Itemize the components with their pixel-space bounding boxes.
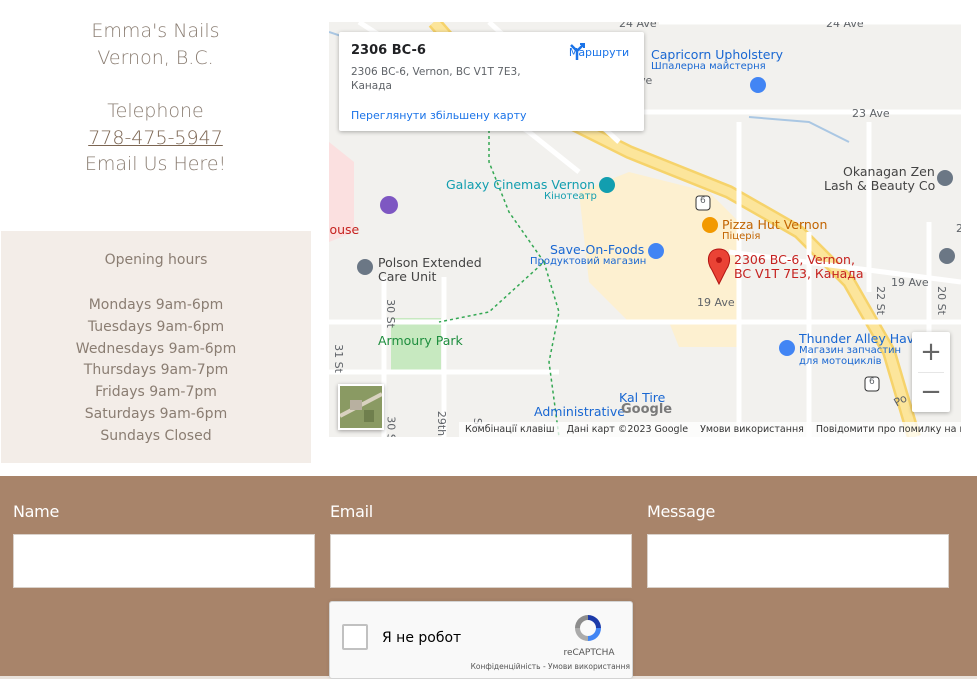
name-input[interactable] bbox=[13, 534, 315, 588]
pin-label-line1: 2306 BC-6, Vernon, bbox=[734, 252, 855, 267]
poi-thunder-sub1: Магазин запчастин bbox=[799, 345, 902, 356]
recaptcha-label: Я не робот bbox=[382, 630, 462, 646]
street-19-ave-center: 19 Ave bbox=[697, 296, 735, 309]
street-31-st: 31 St bbox=[331, 344, 345, 373]
poi-galaxy-cinemas[interactable]: Galaxy Cinemas Vernon bbox=[446, 177, 595, 192]
recaptcha-widget: Я не робот reCAPTCHA Конфіденційність - … bbox=[329, 601, 633, 679]
poi-thunder-sub2: для мотоциклів bbox=[799, 356, 882, 367]
email-link[interactable]: Email Us Here! bbox=[0, 151, 311, 178]
map-data-credit: Дані карт ©2023 Google bbox=[566, 424, 689, 435]
recaptcha-logo-icon bbox=[572, 612, 604, 648]
poi-armoury-park[interactable]: Armoury Park bbox=[378, 333, 463, 348]
opening-hours-panel: Opening hours Mondays 9am-6pm Tuesdays 9… bbox=[1, 231, 311, 463]
poi-save-on-foods[interactable]: Save-On-Foods bbox=[550, 242, 644, 257]
opening-hours-title: Opening hours bbox=[104, 252, 208, 268]
route-6-shield-2: 6 bbox=[869, 377, 875, 387]
poi-pizza-sub: Піцерія bbox=[722, 231, 761, 242]
directions-button[interactable]: Маршрути bbox=[567, 42, 631, 60]
poi-okanagan-line2: Lash & Beauty Co bbox=[824, 178, 936, 193]
poi-house[interactable]: louse bbox=[329, 222, 359, 237]
business-name: Emma's Nails bbox=[91, 20, 220, 42]
recaptcha-checkbox[interactable] bbox=[342, 624, 368, 650]
zoom-controls: + − bbox=[912, 332, 950, 412]
info-card-address: 2306 BC-6, Vernon, BC V1T 7E3, Канада bbox=[351, 66, 521, 92]
keyboard-shortcuts-link[interactable]: Комбінації клавіш bbox=[465, 424, 555, 435]
hours-friday: Fridays 9am-7pm bbox=[95, 384, 217, 401]
poi-thunder-alley[interactable]: Thunder Alley Hav bbox=[799, 331, 914, 346]
name-label: Name bbox=[13, 502, 60, 521]
opening-hours-list: Mondays 9am-6pm Tuesdays 9am-6pm Wednesd… bbox=[1, 295, 311, 448]
recaptcha-links[interactable]: Конфіденційність - Умови використання bbox=[460, 662, 630, 671]
street-24-ave-left: 24 Ave bbox=[619, 22, 657, 30]
terms-link[interactable]: Умови використання bbox=[700, 424, 804, 435]
satellite-toggle[interactable] bbox=[338, 384, 384, 430]
email-input[interactable] bbox=[330, 534, 632, 588]
phone-link[interactable]: 778-475-5947 bbox=[0, 125, 311, 152]
google-logo: Google bbox=[621, 402, 673, 417]
street-23-ave: 23 Ave bbox=[852, 107, 890, 120]
poi-administrative: Administrative bbox=[534, 404, 625, 419]
message-label: Message bbox=[647, 502, 716, 521]
poi-capricorn-sub: Шпалерна майстерня bbox=[651, 61, 766, 72]
hours-thursday: Thursdays 9am-7pm bbox=[83, 362, 229, 379]
telephone-label: Telephone bbox=[107, 100, 204, 122]
poi-save-on-sub: Продуктовий магазин bbox=[530, 256, 647, 267]
hours-sunday: Sundays Closed bbox=[100, 427, 212, 444]
street-24-ave-right: 24 Ave bbox=[826, 22, 864, 30]
poi-okanagan-line1[interactable]: Okanagan Zen bbox=[843, 164, 935, 179]
report-error-link[interactable]: Повідомити про помилку на карті bbox=[816, 424, 961, 435]
email-label: Email bbox=[330, 502, 373, 521]
poi-capricorn[interactable]: Capricorn Upholstery bbox=[651, 47, 783, 62]
message-input[interactable] bbox=[647, 534, 949, 588]
poi-polson-line1[interactable]: Polson Extended bbox=[378, 255, 482, 270]
poi-pizza-hut[interactable]: Pizza Hut Vernon bbox=[722, 217, 827, 232]
street-29th: 29th bbox=[435, 410, 449, 437]
hours-monday: Mondays 9am-6pm bbox=[88, 297, 224, 313]
street-30-s: 30 S bbox=[384, 416, 398, 437]
business-location: Vernon, B.C. bbox=[97, 46, 214, 69]
map-info-card: 2306 BC-6 2306 BC-6, Vernon, BC V1T 7E3,… bbox=[339, 32, 644, 131]
info-card-title: 2306 BC-6 bbox=[351, 43, 426, 58]
zoom-in-button[interactable]: + bbox=[912, 332, 950, 372]
view-larger-map-link[interactable]: Переглянути збільшену карту bbox=[351, 109, 527, 122]
hours-wednesday: Wednesdays 9am-6pm bbox=[75, 340, 237, 357]
street-19-ave-right: 19 Ave bbox=[891, 276, 929, 289]
pin-label-line2: BC V1T 7E3, Канада bbox=[734, 266, 864, 281]
street-30-st: 30 St bbox=[383, 299, 397, 328]
hours-saturday: Saturdays 9am-6pm bbox=[84, 405, 228, 422]
satellite-thumbnail-icon bbox=[340, 386, 382, 428]
recaptcha-brand: reCAPTCHA bbox=[563, 648, 615, 658]
google-map[interactable]: 24 Ave 24 Ave ve 23 Ave 2 19 Ave 19 Ave … bbox=[329, 22, 961, 437]
street-22-st: 22 St bbox=[873, 286, 887, 315]
poi-polson-line2: Care Unit bbox=[378, 269, 437, 284]
contact-info: Emma's Nails Vernon, B.C. Telephone 778-… bbox=[0, 18, 311, 178]
hours-tuesday: Tuesdays 9am-6pm bbox=[87, 318, 225, 335]
zoom-out-button[interactable]: − bbox=[912, 372, 950, 412]
map-footer: Комбінації клавіш Дані карт ©2023 Google… bbox=[459, 422, 961, 437]
route-6-shield: 6 bbox=[700, 196, 706, 206]
street-20-st: 20 St bbox=[934, 286, 948, 315]
street-20-ave: 2 bbox=[956, 222, 961, 235]
poi-galaxy-sub: Кінотеатр bbox=[544, 191, 597, 202]
